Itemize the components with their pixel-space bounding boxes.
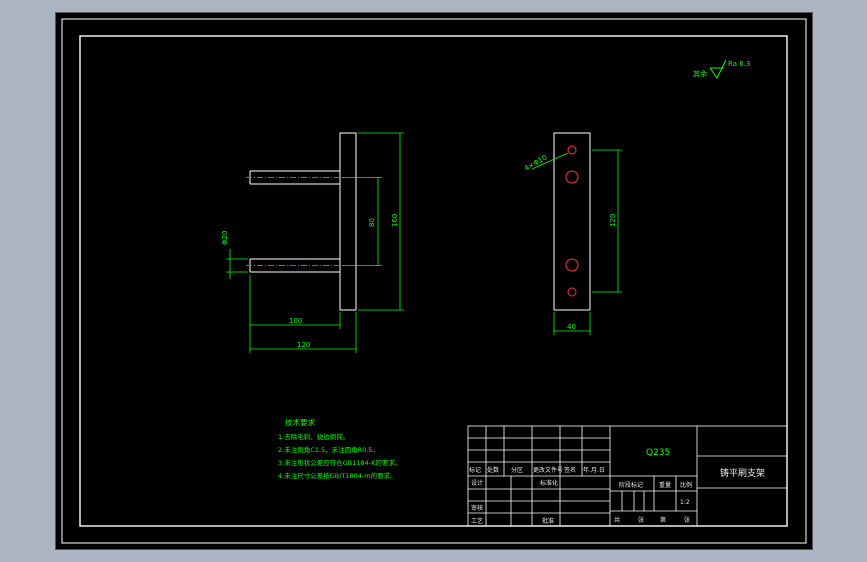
tb-sign: 签名 <box>564 466 576 474</box>
hole-4 <box>567 287 577 297</box>
cad-viewport[interactable]: 其余 Ra 6.3 80 160 Φ20 100 120 4×Φ10 120 4… <box>56 13 812 549</box>
outer-border <box>61 18 807 544</box>
tb-scale-value: 1:2 <box>680 499 690 506</box>
hole-3 <box>565 258 579 272</box>
drawing-canvas: 其余 Ra 6.3 80 160 Φ20 100 120 4×Φ10 120 4… <box>61 18 807 544</box>
tb-approve: 批准 <box>542 517 554 525</box>
tb-stage: 阶段标记 <box>619 481 643 489</box>
tech-item-3: 3.未注形状公差应符合GB1184-K的要求。 <box>278 458 401 467</box>
tb-sheet-total: 共 <box>614 516 620 524</box>
roughness-value: Ra 6.3 <box>728 60 750 68</box>
dim-d4: 160 <box>391 214 399 227</box>
material: Q235 <box>646 448 670 458</box>
plate-outline <box>339 132 357 311</box>
tech-heading: 技术要求 <box>285 417 315 427</box>
side-view: 4×Φ10 120 40 <box>523 132 622 335</box>
side-plate-outline <box>553 132 591 311</box>
tb-review: 审核 <box>471 504 483 512</box>
tb-sheet-label: 张 <box>638 516 644 524</box>
dim-d7: 120 <box>609 214 617 227</box>
tb-weight: 重量 <box>659 481 671 489</box>
tb-mark: 标记 <box>469 466 481 474</box>
tb-sheet-no: 第 <box>660 516 666 524</box>
dim-d1: 100 <box>289 317 302 325</box>
front-view: 80 160 Φ20 100 120 <box>221 132 404 353</box>
tech-item-1: 1.去除毛刺、锐边倒钝。 <box>278 432 349 441</box>
tb-standardize: 标准化 <box>540 479 558 487</box>
tb-change-doc: 更改文件号 <box>533 466 563 474</box>
inner-border <box>79 35 788 527</box>
tb-zone: 分区 <box>511 466 523 474</box>
tech-requirements: 技术要求 1.去除毛刺、锐边倒钝。 2.未注倒角C1.5，未注圆角R0.5。 3… <box>278 417 401 480</box>
dim-d3: 80 <box>368 218 376 227</box>
roughness-label: 其余 <box>693 69 707 78</box>
tech-item-4: 4.未注尺寸公差按GB/T1804-m的要求。 <box>278 471 397 480</box>
dim-d5: Φ20 <box>221 231 229 245</box>
tb-date: 年.月.日 <box>583 466 605 474</box>
drawing-title: 铸平刷支架 <box>720 467 765 479</box>
tech-item-2: 2.未注倒角C1.5，未注圆角R0.5。 <box>278 445 379 454</box>
title-block-text: Q235 铸平刷支架 标记 处数 分区 更改文件号 签名 年.月.日 设计 标准… <box>469 448 765 525</box>
tb-count: 处数 <box>487 466 499 474</box>
tb-scale-label: 比例 <box>680 481 692 489</box>
tb-sheet-label2: 张 <box>684 516 690 524</box>
hole-1 <box>567 145 577 155</box>
dim-d2: 120 <box>297 341 310 349</box>
dim-d8: 40 <box>567 323 576 331</box>
hole-2 <box>565 170 579 184</box>
tb-process: 工艺 <box>471 517 483 525</box>
roughness-symbol: 其余 Ra 6.3 <box>693 59 750 79</box>
tb-design: 设计 <box>471 479 483 487</box>
